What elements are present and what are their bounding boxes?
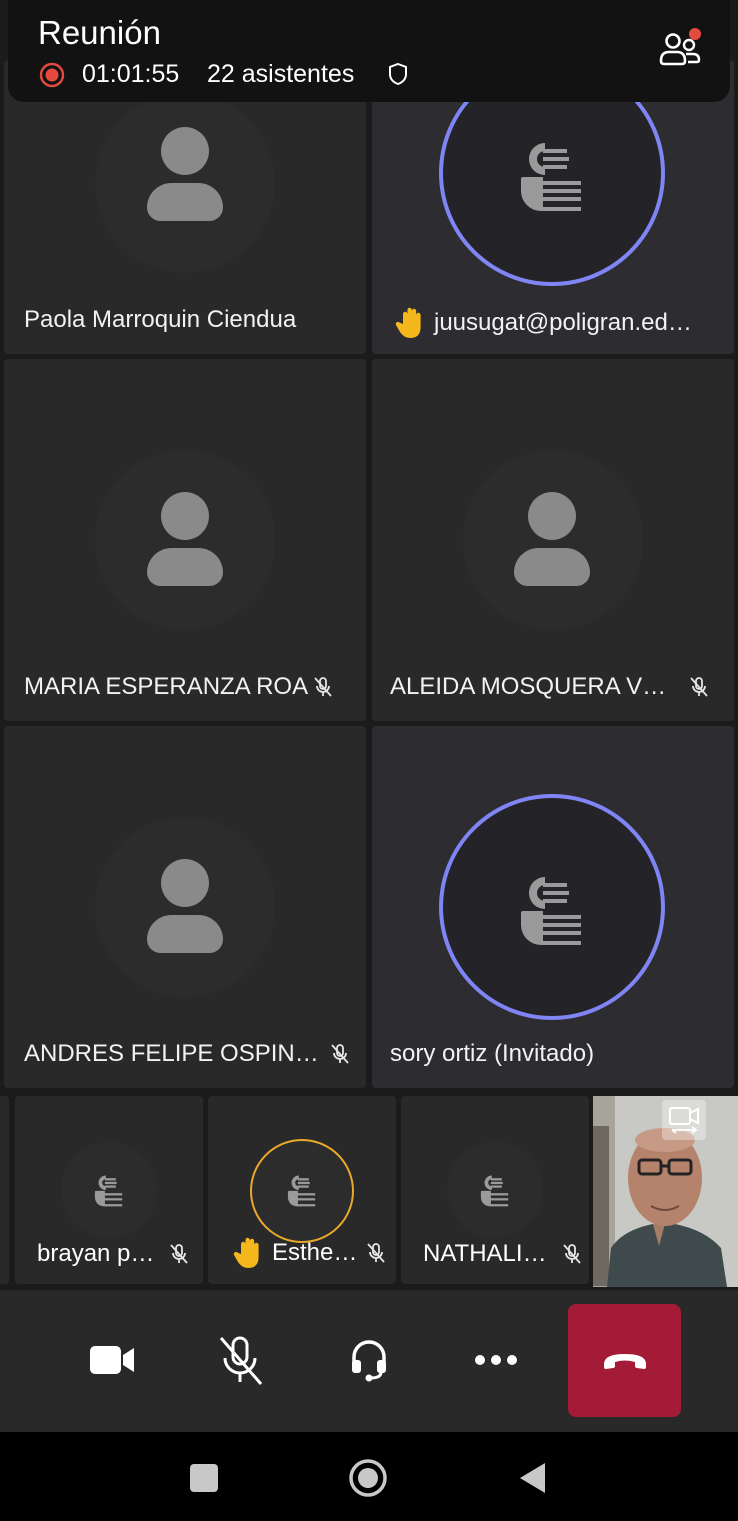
switch-camera-button[interactable] [662, 1100, 706, 1140]
participant-tile-maria[interactable]: MARIA ESPERANZA ROA [4, 359, 366, 721]
person-icon [514, 492, 590, 586]
microphone-off-icon [170, 1244, 189, 1264]
attendee-count: 22 asistentes [207, 60, 355, 88]
microphone-off-icon [562, 1244, 581, 1264]
recents-icon [190, 1464, 218, 1492]
org-logo-icon [480, 1175, 509, 1207]
org-logo-icon [521, 143, 581, 211]
meeting-title: Reunión [38, 14, 161, 51]
recording-icon [39, 62, 65, 88]
participant-tile-paola[interactable]: Paola Marroquin Ciendua [4, 60, 366, 354]
microphone-toggle-button[interactable] [208, 1332, 272, 1388]
participant-name: ALEIDA MOSQUERA V… [390, 673, 710, 701]
participant-tile-juusugat[interactable]: juusugat@poligran.ed… [372, 60, 734, 354]
org-logo-icon [94, 1175, 123, 1207]
participant-name: juusugat@poligran.ed… [394, 306, 692, 340]
meeting-header: Reunión 01:01:55 22 asistentes [8, 0, 730, 102]
back-icon [520, 1463, 545, 1493]
participant-name: Esthe… [232, 1236, 387, 1270]
participant-name: MARIA ESPERANZA ROA [24, 673, 334, 701]
more-options-icon [475, 1355, 517, 1365]
meeting-timer: 01:01:55 [82, 60, 180, 88]
participant-name: Paola Marroquin Ciendua [24, 306, 297, 333]
home-icon [349, 1459, 387, 1497]
headset-icon [352, 1340, 386, 1382]
switch-camera-icon [669, 1107, 699, 1134]
person-icon [147, 859, 223, 953]
notification-dot [689, 28, 701, 40]
hang-up-icon [603, 1353, 646, 1369]
participants-button[interactable] [653, 24, 705, 72]
participant-tile-andres[interactable]: ANDRES FELIPE OSPIN… [4, 726, 366, 1088]
microphone-off-icon [690, 677, 708, 697]
strip-scroll-edge [0, 1096, 9, 1284]
raised-hand-icon [233, 1237, 259, 1268]
self-video-preview[interactable] [593, 1096, 738, 1287]
hang-up-button[interactable] [568, 1304, 681, 1417]
shield-icon [389, 62, 407, 86]
org-logo-icon [521, 877, 581, 945]
strip-tile-nathali[interactable]: NATHALI… [401, 1096, 589, 1284]
microphone-off-icon [367, 1243, 386, 1263]
system-navigation-bar [0, 1432, 738, 1521]
person-icon [147, 492, 223, 586]
participant-tile-sory[interactable]: sory ortiz (Invitado) [372, 726, 734, 1088]
participant-name: NATHALI… [423, 1240, 583, 1268]
person-icon [147, 127, 223, 221]
participant-name: sory ortiz (Invitado) [390, 1040, 595, 1067]
participant-name: ANDRES FELIPE OSPIN… [24, 1040, 351, 1068]
strip-tile-esther[interactable]: Esthe… [208, 1096, 396, 1284]
microphone-off-icon [314, 677, 332, 697]
org-logo-icon [287, 1175, 316, 1207]
microphone-off-icon [331, 1044, 349, 1064]
home-button[interactable] [348, 1458, 388, 1498]
back-button[interactable] [512, 1458, 552, 1498]
raised-hand-icon [395, 307, 421, 338]
call-controls-bar [0, 1290, 738, 1432]
video-camera-icon [90, 1346, 134, 1374]
recents-button[interactable] [184, 1458, 224, 1498]
audio-device-button[interactable] [337, 1332, 401, 1388]
participant-name: brayan p… [37, 1240, 190, 1268]
microphone-off-icon [219, 1336, 263, 1385]
camera-toggle-button[interactable] [80, 1332, 144, 1388]
participant-tile-aleida[interactable]: ALEIDA MOSQUERA V… [372, 359, 734, 721]
more-options-button[interactable] [464, 1332, 528, 1388]
strip-tile-brayan[interactable]: brayan p… [15, 1096, 203, 1284]
